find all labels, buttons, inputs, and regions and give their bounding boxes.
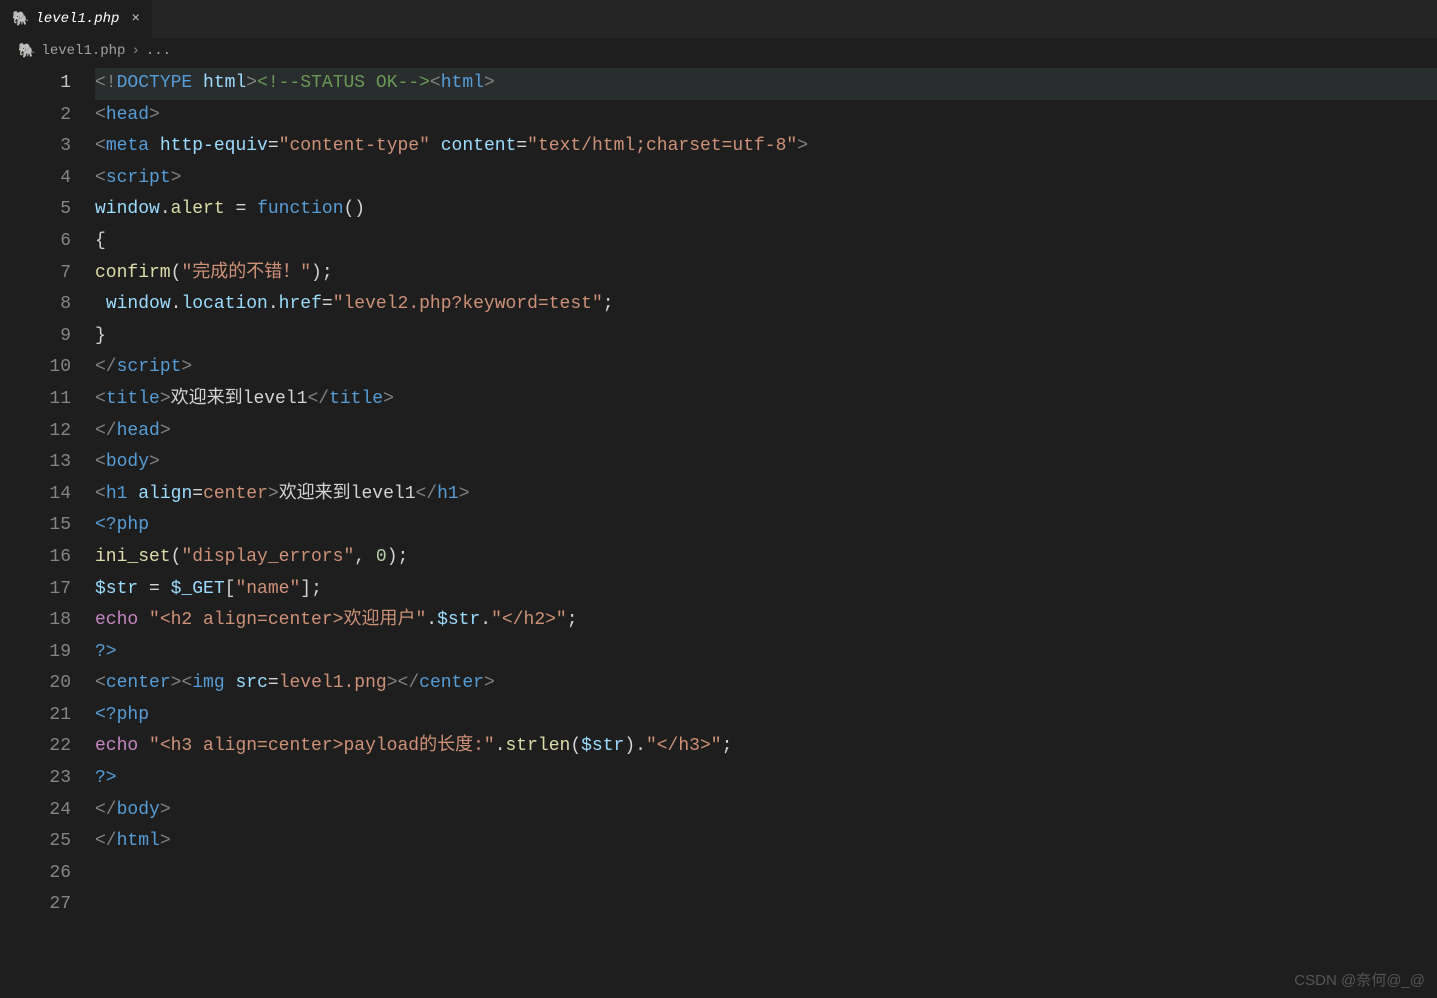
code-line[interactable]: <meta http-equiv="content-type" content=… (95, 131, 1437, 163)
code-line[interactable]: <?php (95, 700, 1437, 732)
line-number: 20 (0, 668, 71, 700)
code-line[interactable]: echo "<h3 align=center>payload的长度:".strl… (95, 731, 1437, 763)
line-number: 1 (0, 68, 71, 100)
line-number: 22 (0, 731, 71, 763)
line-number: 21 (0, 700, 71, 732)
code-line[interactable]: <h1 align=center>欢迎来到level1</h1> (95, 479, 1437, 511)
line-number: 10 (0, 352, 71, 384)
tab-bar: 🐘 level1.php × (0, 0, 1437, 38)
code-line[interactable]: confirm("完成的不错！"); (95, 258, 1437, 290)
line-number: 27 (0, 889, 71, 921)
php-elephant-icon: 🐘 (12, 11, 29, 28)
line-number: 4 (0, 163, 71, 195)
code-line[interactable]: <!DOCTYPE html><!--STATUS OK--><html> (95, 68, 1437, 100)
code-line[interactable] (95, 889, 1437, 921)
code-content[interactable]: <!DOCTYPE html><!--STATUS OK--><html> <h… (95, 68, 1437, 921)
code-line[interactable]: window.alert = function() (95, 194, 1437, 226)
line-number: 23 (0, 763, 71, 795)
breadcrumb-rest[interactable]: ... (146, 43, 171, 59)
code-line[interactable]: <head> (95, 100, 1437, 132)
line-number: 12 (0, 416, 71, 448)
line-number: 13 (0, 447, 71, 479)
line-number: 18 (0, 605, 71, 637)
code-line[interactable]: </script> (95, 352, 1437, 384)
line-number: 26 (0, 858, 71, 890)
line-number: 16 (0, 542, 71, 574)
close-icon[interactable]: × (131, 11, 139, 27)
watermark: CSDN @奈何@_@ (1294, 969, 1425, 990)
code-line[interactable]: ?> (95, 763, 1437, 795)
line-number: 25 (0, 826, 71, 858)
code-line[interactable]: </head> (95, 416, 1437, 448)
php-elephant-icon: 🐘 (18, 43, 35, 60)
line-number: 14 (0, 479, 71, 511)
breadcrumb[interactable]: 🐘 level1.php › ... (0, 38, 1437, 64)
code-line[interactable]: } (95, 321, 1437, 353)
line-number: 15 (0, 510, 71, 542)
code-line[interactable] (95, 858, 1437, 890)
code-line[interactable]: ?> (95, 637, 1437, 669)
code-line[interactable]: <center><img src=level1.png></center> (95, 668, 1437, 700)
code-line[interactable]: </body> (95, 795, 1437, 827)
code-editor[interactable]: 1 2 3 4 5 6 7 8 9 10 11 12 13 14 15 16 1… (0, 64, 1437, 921)
line-number: 17 (0, 574, 71, 606)
breadcrumb-file[interactable]: level1.php (41, 43, 125, 59)
line-number: 9 (0, 321, 71, 353)
line-number: 11 (0, 384, 71, 416)
code-line[interactable]: </html> (95, 826, 1437, 858)
line-number: 2 (0, 100, 71, 132)
code-line[interactable]: window.location.href="level2.php?keyword… (95, 289, 1437, 321)
code-line[interactable]: $str = $_GET["name"]; (95, 574, 1437, 606)
code-line[interactable]: echo "<h2 align=center>欢迎用户".$str."</h2>… (95, 605, 1437, 637)
line-number: 5 (0, 194, 71, 226)
code-line[interactable]: { (95, 226, 1437, 258)
code-line[interactable]: <title>欢迎来到level1</title> (95, 384, 1437, 416)
line-number: 19 (0, 637, 71, 669)
line-number: 7 (0, 258, 71, 290)
line-number: 24 (0, 795, 71, 827)
code-line[interactable]: <?php (95, 510, 1437, 542)
tab-level1-php[interactable]: 🐘 level1.php × (0, 0, 153, 38)
tab-title: level1.php (35, 11, 119, 27)
code-line[interactable]: <body> (95, 447, 1437, 479)
line-number: 3 (0, 131, 71, 163)
code-line[interactable]: <script> (95, 163, 1437, 195)
line-number: 6 (0, 226, 71, 258)
line-number: 8 (0, 289, 71, 321)
line-number-gutter: 1 2 3 4 5 6 7 8 9 10 11 12 13 14 15 16 1… (0, 68, 95, 921)
code-line[interactable]: ini_set("display_errors", 0); (95, 542, 1437, 574)
chevron-right-icon: › (131, 43, 139, 59)
